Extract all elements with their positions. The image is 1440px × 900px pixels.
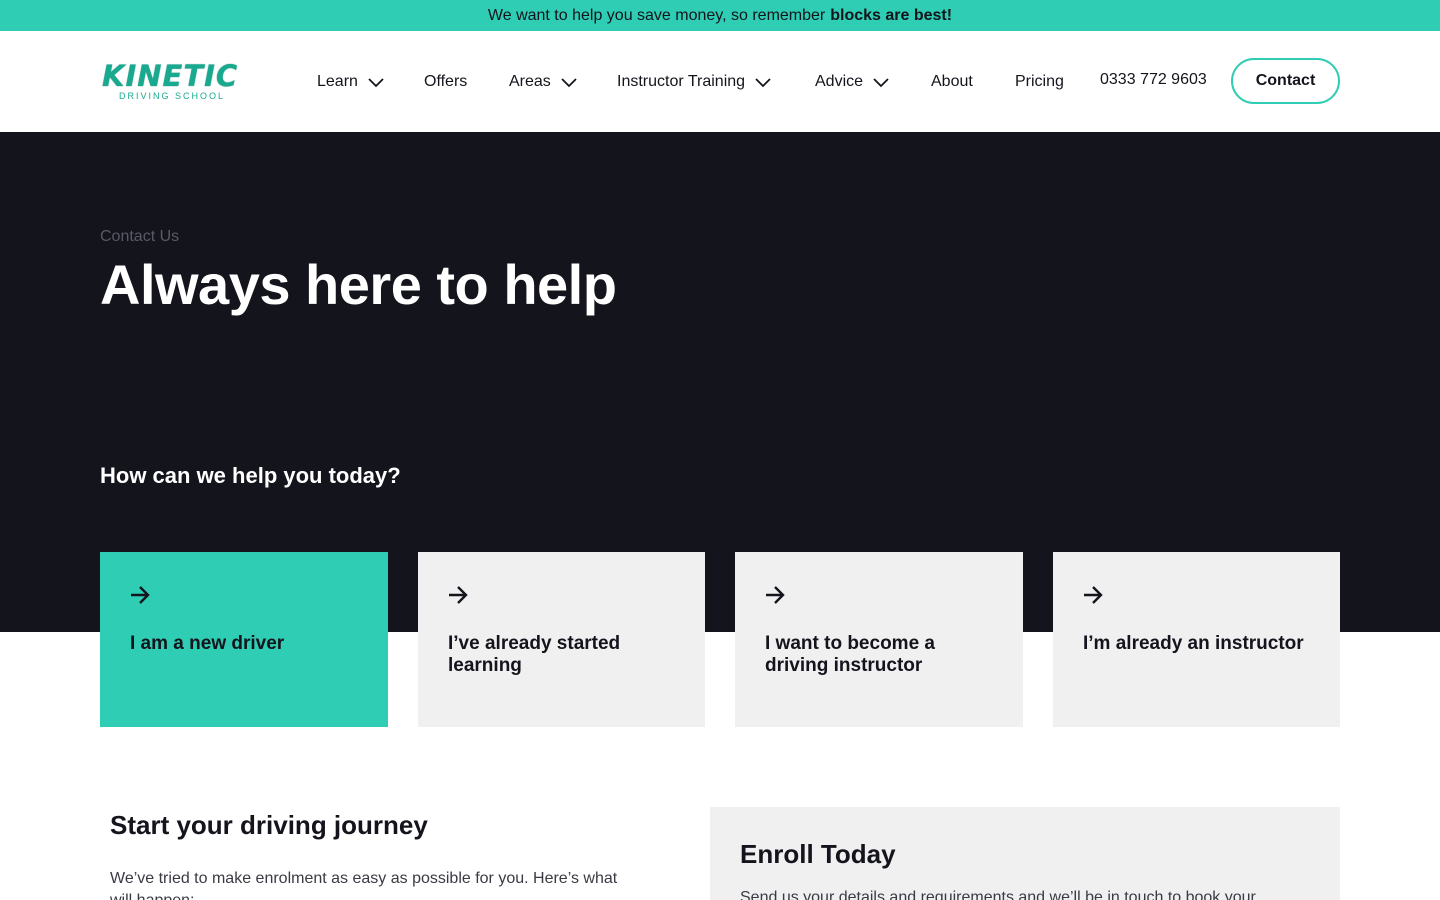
nav-instructor-training-label: Instructor Training	[617, 72, 746, 90]
card-already-instructor[interactable]: I’m already an instructor	[1053, 552, 1340, 727]
nav-item-offers[interactable]: Offers	[424, 31, 467, 132]
nav-item-pricing[interactable]: Pricing	[1015, 31, 1064, 132]
help-question: How can we help you today?	[100, 463, 401, 488]
nav-item-areas[interactable]: Areas	[509, 31, 577, 132]
enroll-panel: Enroll Today Send us your details and re…	[710, 807, 1340, 900]
arrow-right-icon	[130, 585, 150, 605]
card-label: I want to become a driving instructor	[765, 633, 935, 676]
nav-item-learn[interactable]: Learn	[317, 31, 384, 132]
arrow-right-icon	[448, 585, 468, 605]
page-title: Always here to help	[100, 253, 617, 316]
card-label: I’ve already started learning	[448, 633, 621, 676]
enroll-text: Send us your details and requirements an…	[740, 889, 1256, 900]
card-new-driver[interactable]: I am a new driver	[100, 552, 388, 727]
journey-text: We’ve tried to make enrolment as easy as…	[110, 870, 618, 900]
site-header: KINETIC DRIVING SCHOOL Learn Offers Area…	[0, 31, 1440, 132]
banner-bold-text: blocks are best!	[830, 6, 953, 24]
logo-subtitle: DRIVING SCHOOL	[119, 91, 226, 101]
promo-banner: We want to help you save money, so remem…	[0, 0, 1440, 31]
nav-pricing-label: Pricing	[1015, 72, 1064, 90]
chevron-down-icon	[755, 74, 771, 90]
nav-item-about[interactable]: About	[931, 31, 973, 132]
nav-areas-label: Areas	[509, 72, 551, 90]
nav-item-instructor-training[interactable]: Instructor Training	[617, 31, 771, 132]
card-label: I am a new driver	[130, 633, 285, 654]
chevron-down-icon	[368, 74, 384, 90]
phone-link[interactable]: 0333 772 9603	[1100, 29, 1207, 130]
nav-learn-label: Learn	[317, 72, 358, 90]
contact-button[interactable]: Contact	[1231, 58, 1340, 104]
journey-title: Start your driving journey	[110, 810, 428, 840]
nav-advice-label: Advice	[815, 72, 864, 90]
card-started-learning[interactable]: I’ve already started learning	[418, 552, 705, 727]
chevron-down-icon	[873, 74, 889, 90]
hero-eyebrow: Contact Us	[100, 228, 180, 245]
phone-number: 0333 772 9603	[1100, 70, 1207, 88]
card-label: I’m already an instructor	[1083, 633, 1304, 654]
enroll-title: Enroll Today	[740, 839, 896, 869]
logo-wordmark: KINETIC	[102, 59, 239, 93]
arrow-right-icon	[765, 585, 785, 605]
logo[interactable]: KINETIC DRIVING SCHOOL	[102, 61, 242, 101]
card-become-instructor[interactable]: I want to become a driving instructor	[735, 552, 1023, 727]
banner-text: We want to help you save money, so remem…	[487, 6, 826, 24]
nav-about-label: About	[931, 72, 973, 90]
arrow-right-icon	[1083, 585, 1103, 605]
chevron-down-icon	[561, 74, 577, 90]
nav-offers-label: Offers	[424, 72, 468, 90]
nav-item-advice[interactable]: Advice	[815, 31, 889, 132]
